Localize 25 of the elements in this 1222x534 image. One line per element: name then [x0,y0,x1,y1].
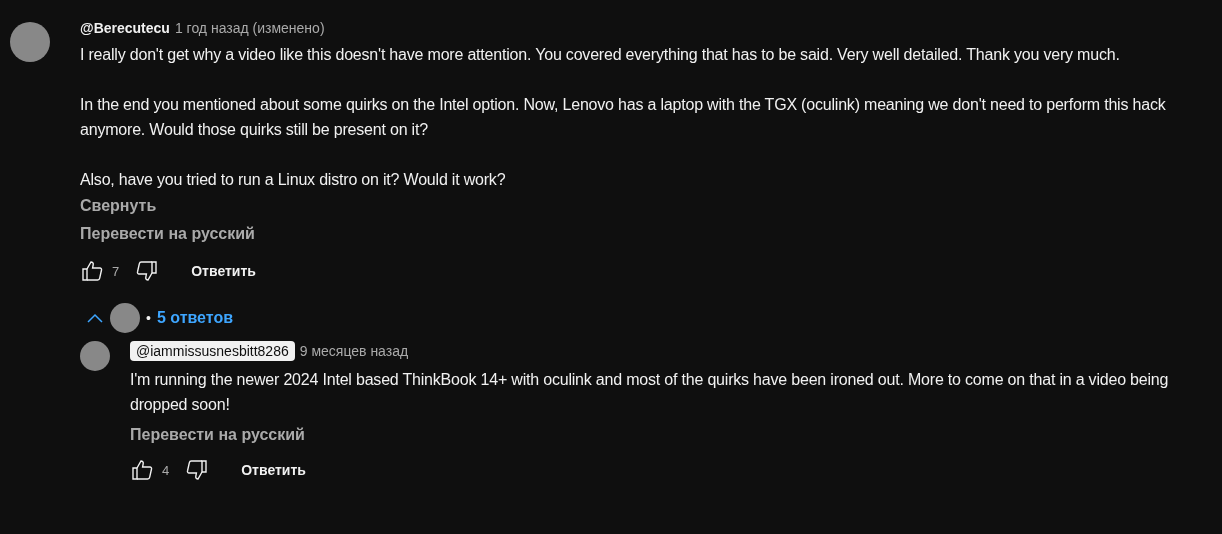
replies-link[interactable]: 5 ответов [156,309,233,327]
comment-text: Also, have you tried to run a Linux distro on it? Would it work? [80,170,507,190]
chevron-up-icon[interactable] [86,312,104,324]
comment-text: In the end you mentioned about some quirks on the Intel option. Now, Lenovo has a laptop with the TGX (oculink) meaning we don't need to perform this hack anymore. Would those quirks still be present on it? [80,95,1167,140]
comment-author[interactable]: @Berecutecu [80,20,170,36]
avatar[interactable] [80,341,110,371]
translate-link[interactable]: Перевести на русский [80,225,255,243]
avatar [110,303,140,333]
separator-dot: • [146,310,151,326]
reply-text: I'm running the newer 2024 Intel based ThinkBook 14+ with oculink and most of the quirks have been ironed out. More to come on that in a video being dropped soon! [130,370,1170,415]
reply-button[interactable]: Ответить [233,458,314,482]
dislike-icon[interactable] [185,458,210,482]
like-count: 7 [112,263,120,279]
like-icon[interactable] [130,458,154,482]
dislike-icon[interactable] [135,259,160,283]
reply-time[interactable]: 9 месяцев назад [299,343,409,359]
collapse-link[interactable]: Свернуть [80,197,157,215]
avatar[interactable] [10,22,50,62]
reply-button[interactable]: Ответить [183,259,264,283]
translate-link[interactable]: Перевести на русский [130,426,305,444]
comment-text: I really don't get why a video like this doesn't have more attention. You covered everything that has to be said. Very well detailed. Thank you very much. [80,45,1121,65]
comment-time[interactable]: 1 год назад (изменено) [174,20,325,36]
like-icon[interactable] [80,259,104,283]
like-count: 4 [162,462,170,478]
reply-author[interactable]: @iammissusnesbitt8286 [130,341,295,361]
